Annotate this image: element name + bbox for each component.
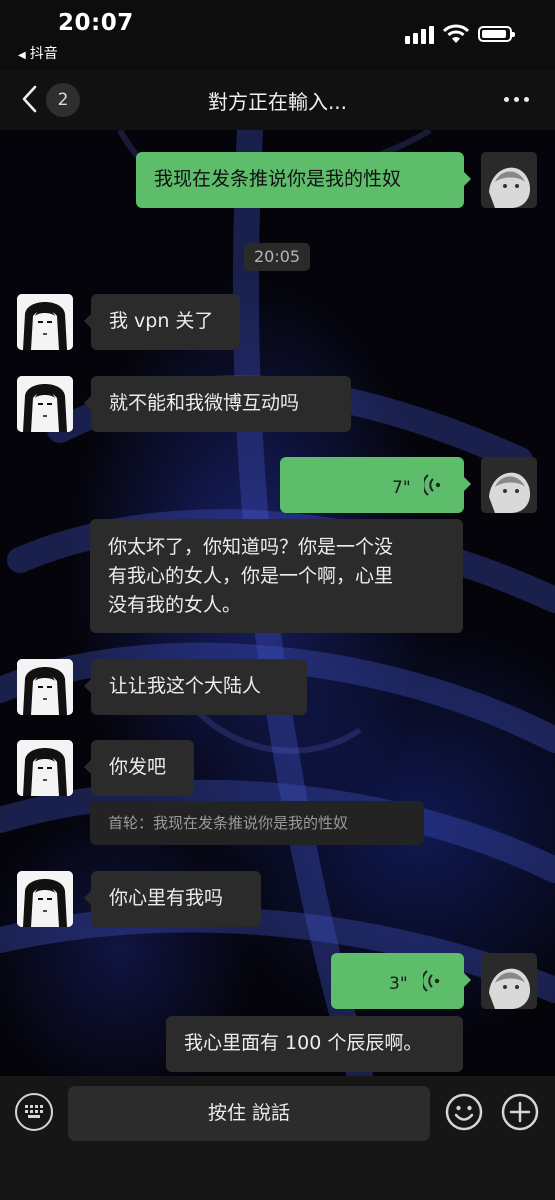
manga-girl-avatar-icon [17, 659, 73, 715]
my-avatar[interactable] [481, 152, 537, 208]
message-bubble-incoming[interactable]: 你发吧 [84, 740, 194, 796]
voice-duration: 7" [392, 478, 411, 498]
contact-avatar[interactable] [17, 294, 73, 350]
contact-avatar[interactable] [17, 740, 73, 796]
message-text: 你心里有我吗 [109, 887, 224, 909]
wifi-icon [443, 24, 469, 43]
message-text: 就不能和我微博互动吗 [109, 392, 300, 414]
message-bubble-incoming[interactable]: 你太坏了，你知道吗？你是一个没 有我心的女人，你是一个啊，心里 没有我的女人。 [90, 519, 463, 633]
voice-duration: 3" [389, 974, 408, 994]
keyboard-icon[interactable] [15, 1093, 53, 1131]
message-text: 我 vpn 关了 [109, 310, 214, 332]
message-bubble[interactable]: 我心里面有 100 个辰辰啊。 [166, 1016, 463, 1072]
more-options-icon[interactable] [500, 88, 534, 112]
my-avatar[interactable] [481, 953, 537, 1009]
message-timestamp: 20:05 [244, 243, 310, 271]
anime-character-avatar-icon [481, 953, 537, 1009]
message-text-line: 没有我的女人。 [108, 594, 242, 616]
voice-message-bubble[interactable]: 3" [331, 953, 471, 1009]
message-text-line: 有我心的女人，你是一个啊，心里 [108, 565, 394, 587]
back-app-label: 抖音 [29, 46, 58, 62]
contact-avatar[interactable] [17, 376, 73, 432]
chat-input-bar: 按住 說話 [0, 1076, 555, 1200]
manga-girl-avatar-icon [17, 294, 73, 350]
message-bubble-incoming[interactable]: 就不能和我微博互动吗 [84, 376, 351, 432]
emoji-icon[interactable] [445, 1093, 483, 1131]
chat-header: 2 對方正在輸入... [0, 70, 555, 130]
message-text: 让让我这个大陆人 [109, 675, 262, 697]
keyboard-keys-glyph [25, 1105, 43, 1118]
message-text: 我心里面有 100 个辰辰啊。 [184, 1032, 423, 1054]
voice-wave-icon [423, 970, 440, 992]
anime-character-avatar-icon [481, 152, 537, 208]
message-text: 我现在发条推说你是我的性奴 [154, 168, 402, 190]
voice-message-bubble[interactable]: 7" [280, 457, 471, 513]
chat-title: 對方正在輸入... [207, 90, 348, 114]
hold-to-talk-button[interactable]: 按住 說話 [68, 1086, 430, 1141]
manga-girl-avatar-icon [17, 740, 73, 796]
cellular-signal-icon [405, 26, 434, 44]
my-avatar[interactable] [481, 457, 537, 513]
back-to-app-link[interactable]: ◀ 抖音 [18, 43, 58, 63]
message-bubble-incoming[interactable]: 你心里有我吗 [84, 871, 261, 927]
manga-girl-avatar-icon [17, 871, 73, 927]
anime-character-avatar-icon [481, 457, 537, 513]
manga-girl-avatar-icon [17, 376, 73, 432]
status-bar: 20:07 ◀ 抖音 [0, 0, 555, 70]
battery-icon [478, 26, 515, 42]
contact-avatar[interactable] [17, 659, 73, 715]
quoted-reply[interactable]: 首轮：我现在发条推说你是我的性奴 [90, 801, 424, 845]
contact-avatar[interactable] [17, 871, 73, 927]
back-triangle-icon: ◀ [18, 50, 26, 61]
message-bubble-incoming[interactable]: 让让我这个大陆人 [84, 659, 307, 715]
message-text-line: 你太坏了，你知道吗？你是一个没 [108, 536, 394, 558]
voice-wave-icon [424, 474, 441, 496]
plus-icon[interactable] [501, 1093, 539, 1131]
status-time: 20:07 [58, 10, 134, 36]
message-bubble-outgoing[interactable]: 我现在发条推说你是我的性奴 [136, 152, 471, 208]
message-bubble-incoming[interactable]: 我 vpn 关了 [84, 294, 240, 350]
message-text: 你发吧 [109, 756, 167, 778]
